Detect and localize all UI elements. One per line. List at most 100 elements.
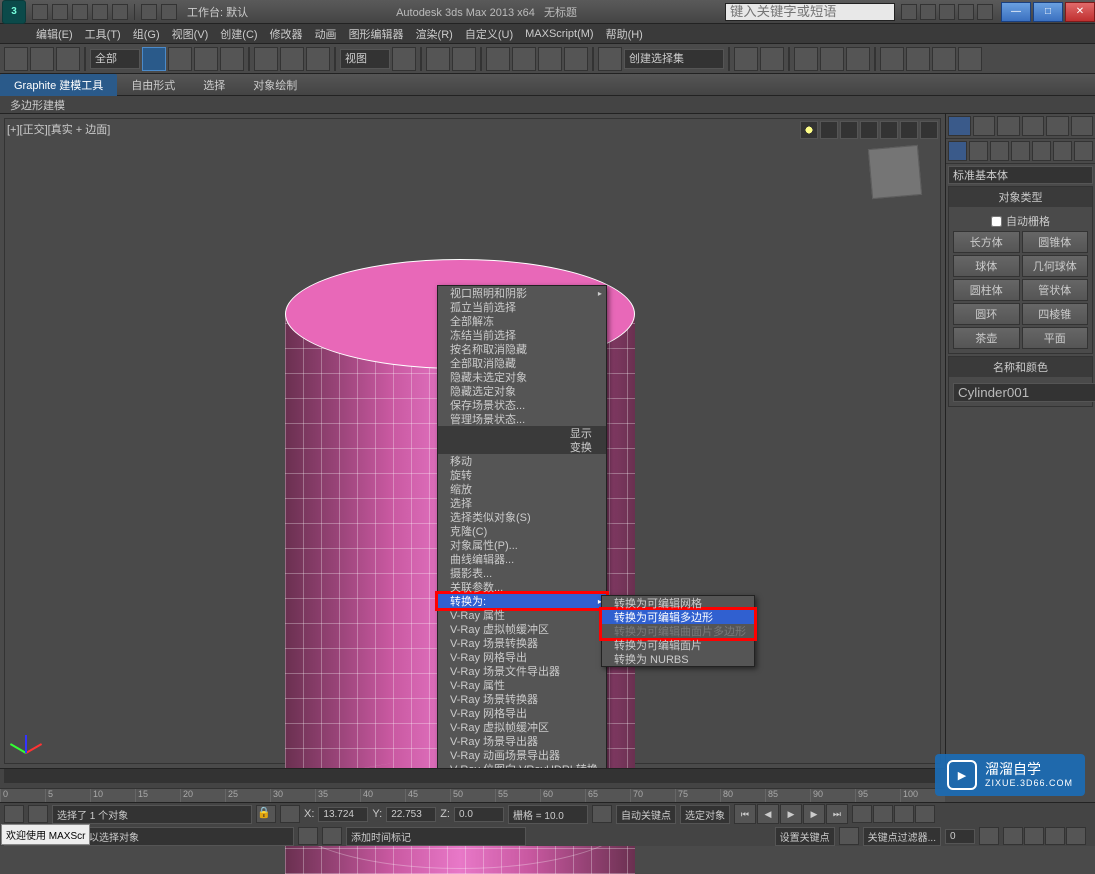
workspace-label[interactable]: 工作台: 默认 [187, 4, 248, 20]
ribbon-tab-graphite[interactable]: Graphite 建模工具 [0, 74, 117, 96]
current-frame-input[interactable]: 0 [945, 829, 975, 844]
prim-cylinder[interactable]: 圆柱体 [953, 279, 1020, 301]
ctx-wire-params[interactable]: 关联参数... [438, 580, 606, 594]
prim-plane[interactable]: 平面 [1022, 327, 1089, 349]
tool-snap-spinner[interactable] [564, 47, 588, 71]
play-icon[interactable]: ▶ [780, 804, 802, 824]
autogrid-checkbox[interactable] [991, 216, 1002, 227]
tool-selset-edit[interactable] [598, 47, 622, 71]
systems-icon[interactable] [1074, 141, 1093, 161]
menu-group[interactable]: 组(G) [127, 26, 166, 42]
menu-create[interactable]: 创建(C) [214, 26, 263, 42]
tool-snap-angle[interactable] [512, 47, 536, 71]
tool-snap-percent[interactable] [538, 47, 562, 71]
tool-align[interactable] [760, 47, 784, 71]
keyfilter-button[interactable]: 关键点过滤器... [863, 827, 941, 846]
tool-render[interactable] [958, 47, 982, 71]
ribbon-panel-label[interactable]: 多边形建模 [10, 97, 65, 113]
ctx-vray-sceneexp[interactable]: V-Ray 场景文件导出器 [438, 664, 606, 678]
track-bar[interactable]: 0510152025303540455055606570758085909510… [0, 788, 945, 802]
time-tag[interactable]: 添加时间标记 [346, 827, 526, 846]
tool-selectname[interactable] [168, 47, 192, 71]
shade-icon-3[interactable] [860, 121, 878, 139]
prim-teapot[interactable]: 茶壶 [953, 327, 1020, 349]
hierarchy-tab-icon[interactable] [997, 116, 1020, 136]
qat-link[interactable] [141, 4, 157, 20]
selset-label[interactable]: 选定对象 [680, 805, 730, 824]
ctx-select-similar[interactable]: 选择类似对象(S) [438, 510, 606, 524]
ctx-vray-sceneconv2[interactable]: V-Ray 场景转换器 [438, 692, 606, 706]
tool-manipulate[interactable] [426, 47, 450, 71]
app-icon[interactable]: 3 [2, 0, 26, 24]
ctx-dopesheet[interactable]: 摄影表... [438, 566, 606, 580]
convert-editpatch[interactable]: 转换为可编辑面片 [602, 638, 754, 652]
welcome-popup[interactable]: 欢迎使用 MAXScr [1, 824, 90, 845]
time-slider[interactable]: 0 / 100 [0, 768, 945, 788]
goto-start-icon[interactable]: ⏮ [734, 804, 756, 824]
zoomextents-icon[interactable] [915, 805, 935, 823]
ctx-convert-to[interactable]: 转换为: [438, 594, 606, 608]
utilities-tab-icon[interactable] [1071, 116, 1094, 136]
menu-grapheditors[interactable]: 图形编辑器 [343, 26, 410, 42]
create-tab-icon[interactable] [948, 116, 971, 136]
tool-keyboard[interactable] [452, 47, 476, 71]
modify-tab-icon[interactable] [973, 116, 996, 136]
tool-mirror[interactable] [734, 47, 758, 71]
selection-filter-dropdown[interactable]: 全部 [90, 49, 140, 69]
tool-windowcrossing[interactable] [220, 47, 244, 71]
viewport-label[interactable]: [+][正交][真实 + 边面] [7, 121, 110, 137]
ctx-manage-state[interactable]: 管理场景状态... [438, 412, 606, 426]
script-listener-icon[interactable] [28, 805, 48, 823]
axis-icon[interactable] [280, 805, 300, 823]
autokey-button[interactable]: 自动关键点 [616, 805, 676, 824]
tool-renderframe[interactable] [932, 47, 956, 71]
rollout-title-objtype[interactable]: 对象类型 [949, 187, 1092, 207]
tool-scale[interactable] [306, 47, 330, 71]
ctx-vray-vfb[interactable]: V-Ray 虚拟帧缓冲区 [438, 622, 606, 636]
favorites-icon[interactable] [958, 4, 974, 20]
infocenter-search-icon[interactable] [901, 4, 917, 20]
rollout-title-namecolor[interactable]: 名称和颜色 [949, 357, 1092, 377]
timeconfig-icon[interactable] [979, 827, 999, 845]
goto-end-icon[interactable]: ⏭ [826, 804, 848, 824]
exchange-icon[interactable] [939, 4, 955, 20]
display-tab-icon[interactable] [1046, 116, 1069, 136]
ctx-vray-sceneexp2[interactable]: V-Ray 场景导出器 [438, 734, 606, 748]
ctx-vray-meshexp2[interactable]: V-Ray 网格导出 [438, 706, 606, 720]
tool-rendersetup[interactable] [906, 47, 930, 71]
ctx-curve-editor[interactable]: 曲线编辑器... [438, 552, 606, 566]
ctx-save-state[interactable]: 保存场景状态... [438, 398, 606, 412]
next-frame-icon[interactable]: ▶ [803, 804, 825, 824]
shade-icon-6[interactable] [920, 121, 938, 139]
convert-editpoly[interactable]: 转换为可编辑多边形 [602, 610, 754, 624]
setkey-button[interactable]: 设置关键点 [775, 827, 835, 846]
coord-z[interactable]: 0.0 [454, 807, 504, 822]
prim-pyramid[interactable]: 四棱锥 [1022, 303, 1089, 325]
selectlock-icon[interactable] [322, 827, 342, 845]
ribbon-tab-freeform[interactable]: 自由形式 [117, 74, 189, 96]
prim-geosphere[interactable]: 几何球体 [1022, 255, 1089, 277]
prim-cone[interactable]: 圆锥体 [1022, 231, 1089, 253]
ctx-hide-unsel[interactable]: 隐藏未选定对象 [438, 370, 606, 384]
ctx-viewport-lighting[interactable]: 视口照明和阴影 [438, 286, 606, 300]
prev-frame-icon[interactable]: ◀ [757, 804, 779, 824]
qat-redo[interactable] [112, 4, 128, 20]
ctx-scale[interactable]: 缩放 [438, 482, 606, 496]
ctx-unhide-byname[interactable]: 按名称取消隐藏 [438, 342, 606, 356]
tool-schematic[interactable] [846, 47, 870, 71]
convert-editpatch-poly[interactable]: 转换为可编辑曲面片多边形 [602, 624, 754, 638]
ctx-vray-props2[interactable]: V-Ray 属性 [438, 678, 606, 692]
tool-link[interactable] [4, 47, 28, 71]
ribbon-tab-objpaint[interactable]: 对象绘制 [239, 74, 311, 96]
ctx-unhide-all[interactable]: 全部取消隐藏 [438, 356, 606, 370]
refcoord-dropdown[interactable]: 视图 [340, 49, 390, 69]
convert-nurbs[interactable]: 转换为 NURBS [602, 652, 754, 666]
coord-y[interactable]: 22.753 [386, 807, 436, 822]
shade-icon-4[interactable] [880, 121, 898, 139]
menu-modifiers[interactable]: 修改器 [264, 26, 309, 42]
shade-icon-2[interactable] [840, 121, 858, 139]
orbit-icon[interactable] [1045, 827, 1065, 845]
viewcube[interactable] [868, 145, 922, 199]
tool-snap-2d[interactable] [486, 47, 510, 71]
menu-maxscript[interactable]: MAXScript(M) [519, 28, 599, 40]
